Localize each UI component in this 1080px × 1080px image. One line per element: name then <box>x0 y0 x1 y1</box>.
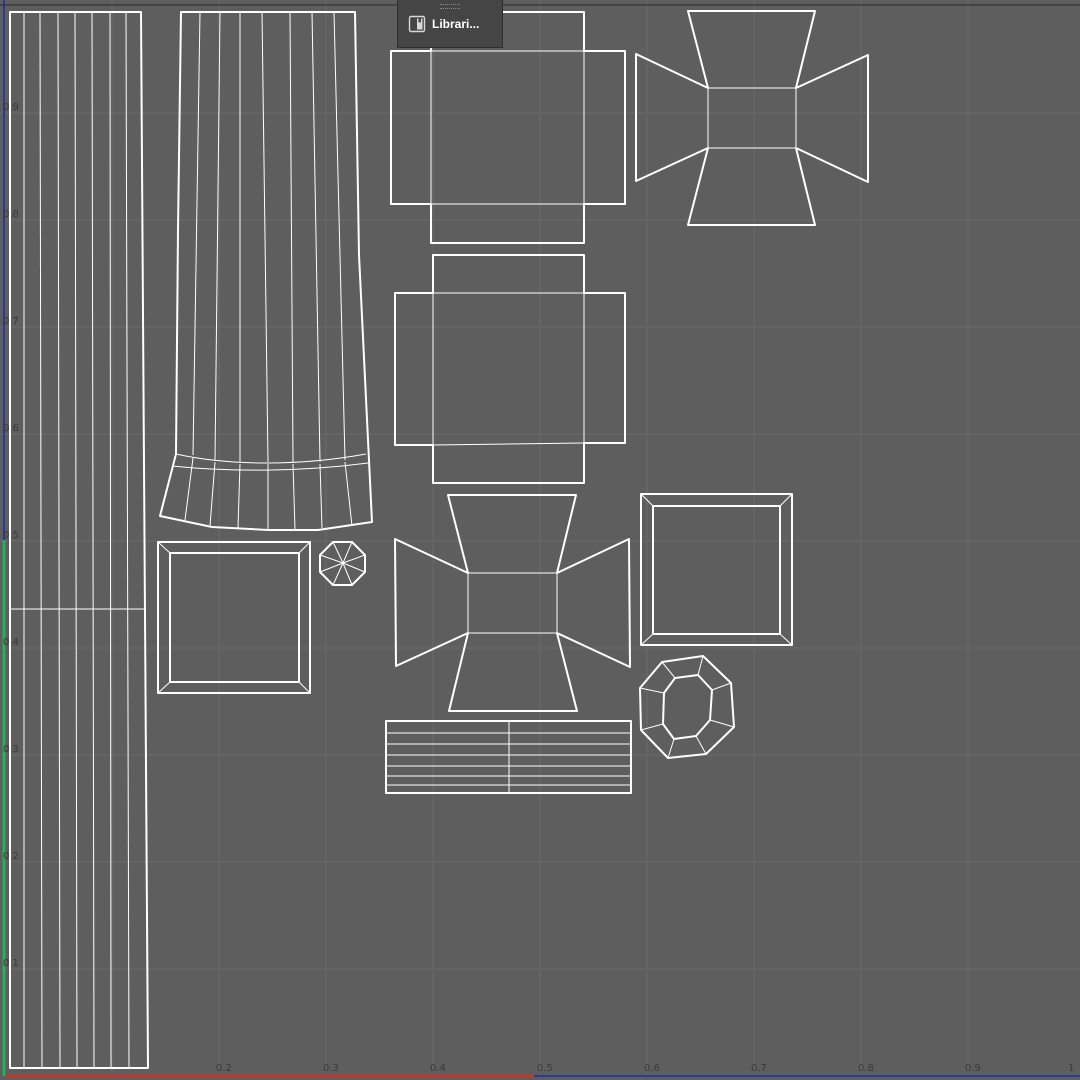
uv-island-octagon-ring[interactable] <box>639 655 735 759</box>
panel-drag-grip[interactable] <box>440 4 460 9</box>
uv-island-curtain[interactable] <box>159 11 373 531</box>
u-tick-label: 0.5 <box>537 1063 553 1074</box>
u-tick-label: 0.2 <box>216 1063 232 1074</box>
uv-island-frame-right[interactable] <box>640 493 793 646</box>
u-tick-label: 0.4 <box>430 1063 446 1074</box>
library-icon <box>408 15 426 33</box>
uv-grid <box>0 0 1080 1076</box>
uv-island-tapered-cross-bottom[interactable] <box>394 494 631 712</box>
uv-island-strip-left[interactable] <box>9 11 149 1069</box>
uv-island-frame-left[interactable] <box>157 541 311 694</box>
uv-island-tapered-cross-top[interactable] <box>635 10 869 226</box>
axis-tick-labels: 0.2 0.3 0.4 0.5 0.6 0.7 0.8 0.9 1 0.9 0.… <box>3 102 1074 1074</box>
uv-canvas[interactable]: 0.2 0.3 0.4 0.5 0.6 0.7 0.8 0.9 1 0.9 0.… <box>0 0 1080 1080</box>
libraries-panel-button[interactable]: Librari... <box>397 0 503 48</box>
uv-island-slats[interactable] <box>385 720 632 794</box>
u-tick-label: 0.3 <box>323 1063 339 1074</box>
u-tick-label: 1 <box>1068 1063 1074 1074</box>
u-tick-label: 0.8 <box>858 1063 874 1074</box>
u-tick-label: 0.7 <box>751 1063 767 1074</box>
uv-editor-viewport[interactable]: 0.2 0.3 0.4 0.5 0.6 0.7 0.8 0.9 1 0.9 0.… <box>0 0 1080 1080</box>
u-tick-label: 0.9 <box>965 1063 981 1074</box>
libraries-panel-label: Librari... <box>432 16 480 31</box>
uv-island-octagon-cap[interactable] <box>319 541 366 586</box>
uv-island-box-cross-middle[interactable] <box>394 254 626 484</box>
u-tick-label: 0.6 <box>644 1063 660 1074</box>
